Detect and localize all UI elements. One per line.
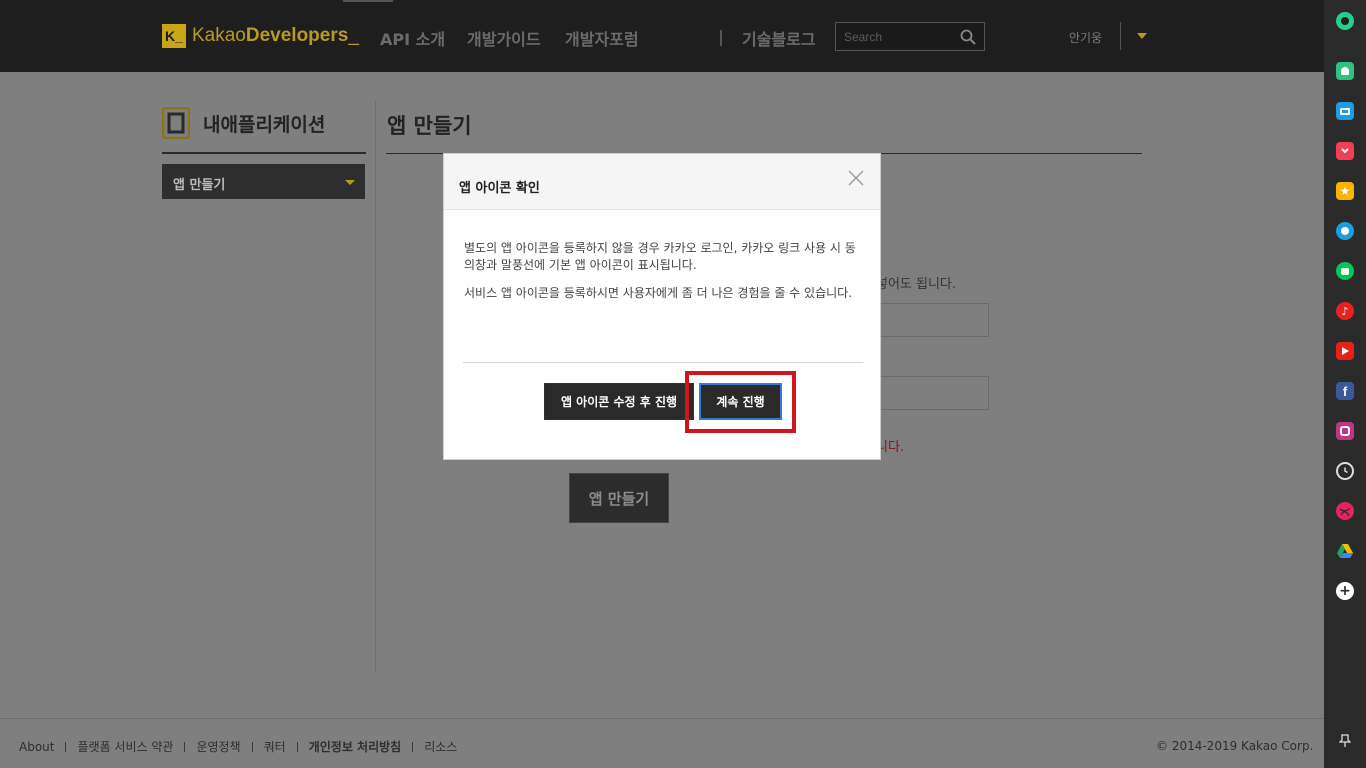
nav-tech-blog[interactable]: 기술블로그	[742, 26, 816, 50]
sidebar-divider	[162, 152, 366, 154]
play-glyph	[1342, 347, 1349, 355]
company-name-field[interactable]	[870, 376, 989, 410]
logo-text-light: Kakao	[192, 25, 246, 46]
notification-icon-bell	[1341, 67, 1349, 75]
edge-icon[interactable]	[1336, 222, 1354, 240]
highlight-annotation	[685, 371, 796, 433]
edge-icon-center	[1341, 227, 1349, 235]
sidebar-app-select[interactable]: 앱 만들기	[162, 164, 365, 199]
my-apps-icon	[162, 107, 190, 139]
header-accent-bar	[343, 0, 393, 2]
footer-divider	[0, 718, 1324, 719]
close-icon[interactable]	[848, 170, 864, 186]
dribbble-icon[interactable]	[1336, 502, 1354, 520]
dialog-separator	[463, 362, 863, 363]
footer-link-privacy[interactable]: 개인정보 처리방침	[309, 738, 402, 755]
nav-api-intro[interactable]: API 소개	[380, 26, 445, 50]
search-box[interactable]	[835, 22, 985, 51]
kakao-developers-logo[interactable]: K_ KakaoDevelopers_	[162, 24, 359, 48]
music-glyph: ♪	[1341, 304, 1349, 318]
archive-icon[interactable]	[1336, 102, 1354, 120]
music-icon[interactable]: ♪	[1336, 302, 1354, 320]
footer-separator	[251, 741, 253, 752]
create-app-button[interactable]: 앱 만들기	[569, 473, 669, 523]
clock-hands	[1344, 467, 1348, 474]
search-input[interactable]	[844, 29, 954, 45]
sidebar-title: 내애플리케이션	[203, 114, 326, 136]
bookmark-star-icon[interactable]: ★	[1336, 182, 1354, 200]
google-drive-icon[interactable]	[1336, 542, 1354, 560]
copyright: © 2014-2019 Kakao Corp.	[1156, 739, 1314, 753]
footer-link-operation-policy[interactable]: 운영정책	[196, 738, 240, 755]
nav-dev-guide[interactable]: 개발가이드	[467, 26, 541, 50]
pocket-icon-glyph	[1341, 148, 1349, 154]
dribbble-lines	[1339, 507, 1351, 517]
pin-glyph	[1339, 734, 1351, 747]
instagram-icon-frame	[1340, 426, 1350, 436]
user-menu-caret-icon[interactable]	[1137, 33, 1147, 39]
dialog-header: 앱 아이콘 확인	[444, 154, 880, 210]
profile-icon[interactable]	[1336, 12, 1354, 30]
search-icon[interactable]	[960, 29, 976, 45]
add-icon[interactable]: +	[1336, 582, 1354, 600]
sidebar-app-select-value: 앱 만들기	[173, 178, 226, 193]
dialog-message-1: 별도의 앱 아이콘을 등록하지 않을 경우 카카오 로그인, 카카오 링크 사용…	[464, 241, 856, 272]
app-icon-confirm-dialog: 앱 아이콘 확인 별도의 앱 아이콘을 등록하지 않을 경우 카카오 로그인, …	[443, 153, 881, 460]
logo-mark: K_	[162, 24, 186, 48]
page-title: 앱 만들기	[387, 114, 472, 138]
facebook-glyph: f	[1342, 383, 1348, 399]
notification-icon[interactable]	[1336, 62, 1354, 80]
browser-sidebar: ★ ♪ f +	[1324, 0, 1366, 768]
user-name[interactable]: 안기웅	[1069, 29, 1102, 46]
pocket-icon[interactable]	[1336, 142, 1354, 160]
top-header: K_ KakaoDevelopers_ API 소개 개발가이드 개발자포럼 기…	[0, 0, 1324, 72]
content-divider	[375, 100, 376, 672]
logo-text-tail: _	[348, 25, 359, 46]
footer-separator	[412, 741, 414, 752]
user-separator	[1120, 22, 1121, 50]
plus-glyph: +	[1339, 583, 1351, 599]
footer-link-resources[interactable]: 리소스	[424, 738, 457, 755]
footer-link-platform-terms[interactable]: 플랫폼 서비스 약관	[77, 738, 173, 755]
pin-icon[interactable]	[1336, 732, 1354, 750]
logo-text-bold: Developers	[245, 25, 349, 46]
clock-icon[interactable]	[1336, 462, 1354, 480]
line-icon[interactable]	[1336, 262, 1354, 280]
star-glyph: ★	[1339, 184, 1351, 198]
instagram-icon[interactable]	[1336, 422, 1354, 440]
footer-link-quota[interactable]: 쿼터	[264, 738, 286, 755]
nav-dev-forum[interactable]: 개발자포럼	[565, 26, 639, 50]
line-icon-bubble	[1341, 267, 1349, 275]
footer-separator	[65, 741, 67, 752]
chevron-down-icon	[345, 180, 355, 185]
drive-glyph	[1337, 544, 1353, 558]
youtube-icon[interactable]	[1336, 342, 1354, 360]
footer-separator	[296, 741, 298, 752]
app-name-field[interactable]	[870, 303, 989, 337]
dialog-message-2: 서비스 앱 아이콘을 등록하시면 사용자에게 좀 더 나은 경험을 줄 수 있습…	[464, 286, 853, 300]
footer-links: About 플랫폼 서비스 약관 운영정책 쿼터 개인정보 처리방침 리소스	[19, 738, 457, 755]
facebook-icon[interactable]: f	[1336, 382, 1354, 400]
profile-icon-dot	[1341, 17, 1349, 25]
edit-icon-then-continue-button[interactable]: 앱 아이콘 수정 후 진행	[544, 383, 694, 420]
logo-text: KakaoDevelopers_	[192, 25, 359, 47]
form-help-text: 넣어도 됩니다.	[876, 277, 957, 292]
dialog-title: 앱 아이콘 확인	[459, 181, 540, 196]
dialog-body: 별도의 앱 아이콘을 등록하지 않을 경우 카카오 로그인, 카카오 링크 사용…	[464, 240, 864, 302]
footer-separator	[184, 741, 186, 752]
footer-link-about[interactable]: About	[19, 740, 54, 754]
archive-icon-box	[1340, 107, 1350, 115]
nav-divider	[720, 30, 722, 46]
